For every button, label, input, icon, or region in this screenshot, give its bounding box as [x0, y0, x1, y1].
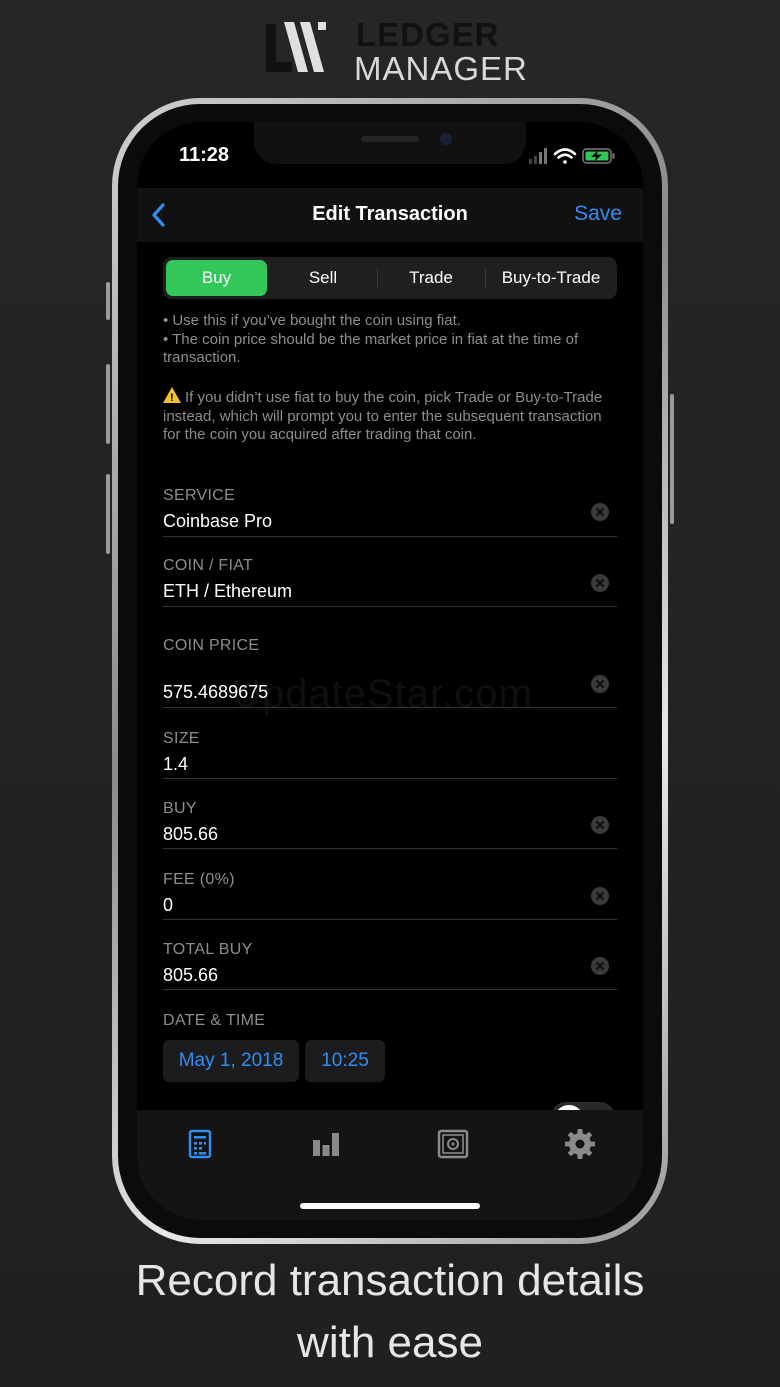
phone-mute-switch [106, 282, 110, 320]
buy-field[interactable]: BUY 805.66 [163, 792, 617, 849]
wifi-icon [553, 148, 577, 164]
field-label: SERVICE [163, 487, 236, 504]
field-label: FEE (0%) [163, 871, 235, 888]
segment-trade[interactable]: Trade [379, 260, 483, 296]
fee-input[interactable]: 0 [163, 895, 173, 916]
phone-volume-down [106, 474, 110, 554]
tip-text: • The coin price should be the market pr… [163, 330, 579, 367]
logo-text-manager: MANAGER [354, 50, 528, 87]
cellular-signal-icon [529, 148, 547, 164]
service-field[interactable]: SERVICE Coinbase Pro [163, 480, 617, 537]
clear-icon[interactable] [591, 887, 609, 905]
marketing-caption: Record transaction details with ease [0, 1250, 780, 1374]
field-label: SIZE [163, 730, 200, 747]
notch [254, 122, 526, 164]
ledger-manager-logo: LEDGER MANAGER [264, 14, 527, 87]
clear-icon[interactable] [591, 816, 609, 834]
buy-input[interactable]: 805.66 [163, 824, 218, 845]
vault-icon[interactable] [435, 1126, 471, 1162]
home-indicator[interactable] [300, 1203, 480, 1209]
front-camera [440, 133, 452, 145]
time-picker-button[interactable]: 10:25 [305, 1040, 385, 1082]
logo-mark-icon [266, 22, 326, 72]
warning-note: If you didn’t use fiat to buy the coin, … [163, 386, 608, 445]
segment-buy[interactable]: Buy [166, 260, 267, 296]
status-icons [529, 148, 615, 164]
total-buy-input[interactable]: 805.66 [163, 965, 218, 986]
warning-icon [163, 387, 181, 408]
field-label: COIN / FIAT [163, 557, 254, 574]
status-time: 11:28 [179, 144, 230, 166]
transaction-type-segmented-control: Buy Sell Trade Buy-to-Trade [163, 257, 617, 299]
fee-field[interactable]: FEE (0%) 0 [163, 863, 617, 920]
transactions-icon[interactable] [182, 1126, 218, 1162]
field-label: BUY [163, 800, 197, 817]
gear-icon[interactable] [562, 1126, 598, 1162]
date-picker-button[interactable]: May 1, 2018 [163, 1040, 299, 1082]
clear-icon[interactable] [591, 675, 609, 693]
phone-power-button [670, 394, 674, 524]
battery-charging-icon [582, 148, 615, 164]
phone-volume-up [106, 364, 110, 444]
field-label: TOTAL BUY [163, 941, 253, 958]
caption-line: with ease [297, 1318, 483, 1367]
clear-icon[interactable] [591, 574, 609, 592]
watermark: UpdateStar.com [232, 672, 533, 716]
page-title: Edit Transaction [312, 203, 468, 225]
size-input[interactable]: 1.4 [163, 754, 188, 775]
help-tips: • Use this if you’ve bought the coin usi… [163, 312, 608, 368]
tip-text: • Use this if you’ve bought the coin usi… [163, 312, 461, 329]
caption-line: Record transaction details [135, 1256, 645, 1305]
total-buy-field[interactable]: TOTAL BUY 805.66 [163, 933, 617, 990]
date-time-label: DATE & TIME [163, 1012, 266, 1029]
warning-text: If you didn’t use fiat to buy the coin, … [163, 389, 603, 443]
field-label: COIN PRICE [163, 637, 260, 654]
navigation-bar: Edit Transaction Save [137, 188, 643, 242]
clear-icon[interactable] [591, 957, 609, 975]
segment-buy-to-trade[interactable]: Buy-to-Trade [487, 260, 615, 296]
coin-fiat-input[interactable]: ETH / Ethereum [163, 581, 292, 602]
speaker-grille [361, 136, 419, 142]
coin-fiat-field[interactable]: COIN / FIAT ETH / Ethereum [163, 550, 617, 607]
service-input[interactable]: Coinbase Pro [163, 511, 272, 532]
bar-chart-icon[interactable] [308, 1126, 344, 1162]
logo-text-ledger: LEDGER [356, 16, 500, 53]
save-button[interactable]: Save [574, 202, 622, 226]
clear-icon[interactable] [591, 503, 609, 521]
segment-divider [377, 268, 378, 288]
segment-sell[interactable]: Sell [271, 260, 375, 296]
segment-divider [485, 268, 486, 288]
size-field[interactable]: SIZE 1.4 [163, 722, 617, 779]
phone-screen: 11:28 Edit Transaction Save Buy Sell Tra… [137, 122, 643, 1220]
